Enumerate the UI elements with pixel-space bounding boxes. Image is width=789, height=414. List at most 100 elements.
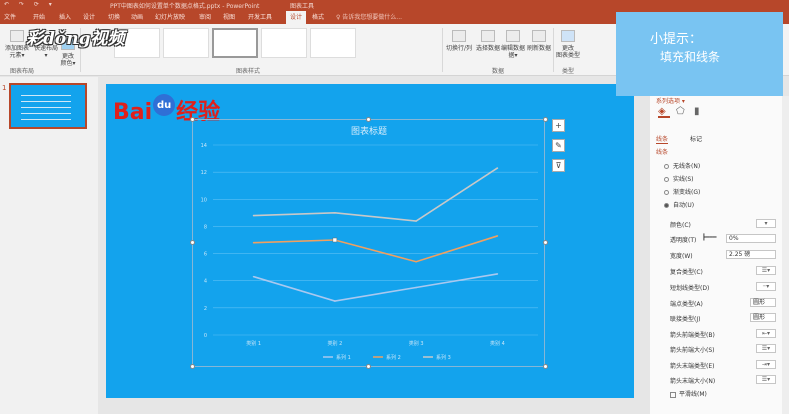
tab-9[interactable]: 开发工具	[248, 12, 272, 21]
tab-8[interactable]: 视图	[223, 12, 235, 21]
data-point	[496, 167, 499, 169]
tab-2[interactable]: 插入	[59, 12, 71, 21]
data-point	[252, 214, 255, 217]
option-no-line[interactable]: 无线条(N)	[664, 161, 700, 170]
end-arrow-size-select[interactable]: ☰▾	[756, 375, 776, 384]
smooth-line-checkbox[interactable]: 平滑线(M)	[670, 389, 707, 398]
refresh-data-button[interactable]: 刷新数据	[526, 30, 552, 52]
format-data-series-pane: 系列选项 ▾ ◈ ⬠ ▮ 线条 标记 线条 无线条(N) 实线(S) 渐变线(G…	[650, 96, 789, 414]
tab-3[interactable]: 设计	[83, 12, 95, 21]
change-chart-type-button[interactable]: 更改 图表类型	[555, 30, 581, 59]
tab-4[interactable]: 切换	[108, 12, 120, 21]
tab-6[interactable]: 幻灯片放映	[155, 12, 185, 21]
selected-point-handle	[332, 237, 338, 243]
data-point	[334, 212, 336, 214]
tab-0[interactable]: 文件	[4, 12, 16, 21]
hint-body: 填充和线条	[660, 50, 721, 64]
tab-5[interactable]: 动画	[131, 12, 143, 21]
resize-handle[interactable]	[366, 364, 371, 369]
option-auto-line[interactable]: 自动(U)	[664, 200, 694, 209]
resize-handle[interactable]	[543, 240, 548, 245]
transparency-slider[interactable]: ┣━━━	[700, 234, 722, 243]
chart-style-3[interactable]	[212, 28, 258, 58]
group-type-label: 类型	[562, 68, 575, 75]
tab-10[interactable]: 设计	[286, 11, 307, 24]
fill-line-icon[interactable]: ◈	[658, 106, 670, 118]
chart-style-2[interactable]	[163, 28, 209, 58]
ribbon-separator	[553, 28, 554, 72]
y-tick-label: 2	[204, 306, 207, 312]
logo-paw-text: du	[157, 100, 172, 111]
join-type-label: 联接类型(J)	[670, 316, 701, 323]
join-type-select[interactable]: 圆形	[750, 313, 776, 322]
effects-icon[interactable]: ⬠	[676, 106, 688, 118]
resize-handle[interactable]	[543, 364, 548, 369]
series-line	[253, 273, 498, 302]
data-point	[496, 235, 499, 237]
hint-overlay: 小提示： 填充和线条	[616, 12, 783, 96]
dash-type-select[interactable]: ┄▾	[756, 282, 776, 291]
chart-elements-button[interactable]: +	[552, 119, 565, 132]
select-data-button[interactable]: 选择数据	[474, 30, 502, 52]
transparency-label: 透明度(T)	[670, 237, 697, 244]
chart-style-5[interactable]	[310, 28, 356, 58]
transparency-input[interactable]: 0%	[726, 234, 776, 243]
group-layout-label: 图表布局	[10, 68, 35, 75]
select-data-label: 选择数据	[475, 45, 500, 52]
width-input[interactable]: 2.25 磅	[726, 250, 776, 259]
pane-scrollbar[interactable]	[782, 96, 789, 414]
tab-11[interactable]: 格式	[312, 12, 324, 21]
tell-me-search[interactable]: ♀ 告诉我您想要做什么...	[336, 12, 402, 21]
begin-arrow-size-select[interactable]: ☰▾	[756, 344, 776, 353]
color-label: 颜色(C)	[670, 222, 691, 229]
chart-filters-button[interactable]: ⊽	[552, 159, 565, 172]
option-solid-line-label: 实线(S)	[673, 176, 694, 183]
color-picker[interactable]: ▾	[756, 219, 776, 228]
radio-icon	[664, 177, 669, 182]
compound-type-select[interactable]: ☰▾	[756, 266, 776, 275]
tab-7[interactable]: 审阅	[199, 12, 211, 21]
end-arrow-type-select[interactable]: ⇥▾	[756, 360, 776, 369]
section-line-header[interactable]: 线条	[656, 147, 668, 156]
option-solid-line[interactable]: 实线(S)	[664, 174, 694, 183]
paw-icon: du	[153, 94, 176, 116]
resize-handle[interactable]	[366, 117, 371, 122]
radio-icon	[664, 190, 669, 195]
chart-object[interactable]: 图表标题 0 2 4 6 8 10 12 14 类别 1 类别 2 类别 3 类别 4 系列 1 系列 2 系…	[192, 119, 545, 367]
end-arrow-type-label: 箭头末端类型(E)	[670, 363, 715, 370]
window-title: PPT中图表如何设置单个数据点格式.pptx - PowerPoint	[110, 3, 260, 10]
resize-handle[interactable]	[190, 117, 195, 122]
option-gradient-line[interactable]: 渐变线(G)	[664, 187, 700, 196]
y-tick-label: 6	[204, 252, 207, 258]
quick-access-toolbar[interactable]: ↶ ↷ ⟳ ▾	[4, 1, 56, 8]
refresh-data-label: 刷新数据	[526, 45, 551, 52]
radio-selected-icon	[664, 203, 669, 208]
edit-table-icon	[506, 30, 520, 42]
begin-arrow-type-select[interactable]: ⇤▾	[756, 329, 776, 338]
legend-label: 系列 1	[336, 354, 351, 361]
series-options-dropdown[interactable]: 系列选项 ▾	[656, 96, 685, 105]
data-point	[415, 286, 417, 289]
tab-line[interactable]: 线条	[656, 134, 669, 144]
resize-handle[interactable]	[190, 240, 195, 245]
y-tick-label: 4	[204, 279, 207, 285]
tab-1[interactable]: 开始	[33, 12, 45, 21]
logo-text: Bai	[113, 100, 153, 125]
option-gradient-line-label: 渐变线(G)	[673, 189, 701, 196]
chart-style-4[interactable]	[261, 28, 307, 58]
switch-row-column-button[interactable]: 切换行/列	[444, 30, 474, 52]
legend-label: 系列 3	[436, 354, 451, 361]
slide-thumbnail[interactable]	[9, 83, 87, 129]
checkbox-icon	[670, 391, 676, 398]
y-tick-label: 12	[201, 170, 207, 176]
series-options-icon[interactable]: ▮	[694, 106, 706, 118]
line-chart: 图表标题 0 2 4 6 8 10 12 14 类别 1 类别 2 类别 3 类别 4 系列 1 系列 2 系…	[201, 125, 538, 361]
group-styles-label: 图表样式	[236, 68, 261, 75]
tab-marker[interactable]: 标记	[690, 134, 702, 143]
resize-handle[interactable]	[543, 117, 548, 122]
edit-data-button[interactable]: 编辑数据 据▾	[501, 30, 525, 59]
x-tick-label: 类别 4	[490, 340, 505, 347]
chart-styles-button[interactable]: ✎	[552, 139, 565, 152]
cap-type-select[interactable]: 圆形	[750, 298, 776, 307]
resize-handle[interactable]	[190, 364, 195, 369]
